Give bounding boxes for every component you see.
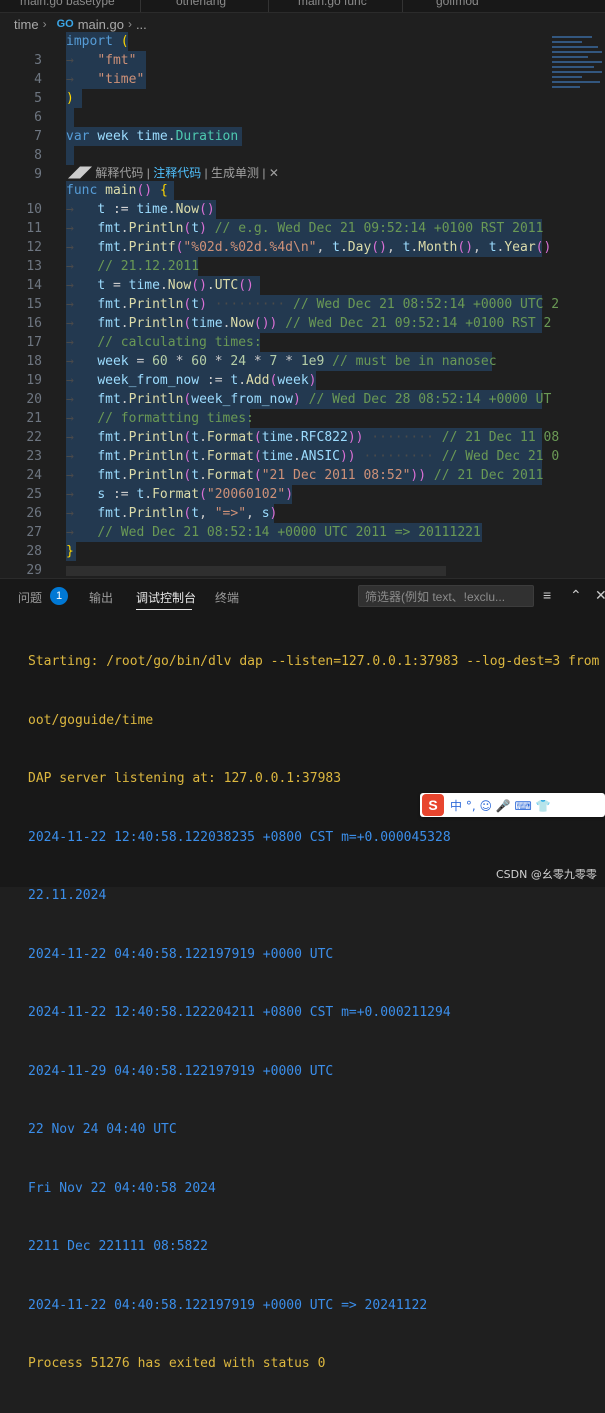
close-panel-icon[interactable]: ✕ [595, 587, 605, 604]
console-line: oot/goguide/time [28, 712, 154, 728]
code-line: 10 func main() { [0, 181, 605, 217]
console-line: 2024-11-22 12:40:58.122038235 +0800 CST … [28, 829, 451, 845]
console-line: 2024-11-22 04:40:58.122197919 +0000 UTC [28, 946, 334, 962]
codelens-explain[interactable]: 解释代码 [95, 166, 143, 180]
code-line: 11 → t := time.Now() [0, 200, 605, 236]
tab-separator [268, 0, 269, 12]
editor-tab-strip: main.go basetype otherlang main.go func … [0, 0, 605, 13]
editor-tab[interactable]: golfmod [436, 0, 479, 8]
console-line: 22.11.2024 [28, 888, 107, 903]
tab-problems[interactable]: 问题 [18, 589, 42, 606]
panel-tabs: 问题 1 输出 调试控制台 终端 筛选器(例如 text、!exclu... ≡… [0, 579, 605, 613]
chevron-up-icon[interactable]: ⌃ [570, 587, 582, 604]
breadcrumb-file[interactable]: main.go [78, 17, 124, 32]
code-line: 12 → fmt.Println(t) // e.g. Wed Dec 21 0… [0, 219, 605, 255]
go-file-icon: GO [56, 18, 74, 30]
chevron-right-icon: › [127, 17, 132, 31]
breadcrumb-more[interactable]: ... [136, 17, 147, 32]
code-line: 17 → fmt.Println(time.Now()) // Wed Dec … [0, 314, 605, 350]
console-line: Process 51276 has exited with status 0 [28, 1356, 326, 1371]
code-line: 18 → // calculating times: [0, 333, 605, 369]
string-literal: "time" [97, 72, 145, 87]
code-line: 16 → fmt.Println(t) ········· // Wed Dec… [0, 295, 605, 331]
console-line: Fri Nov 22 04:40:58 2024 [28, 1180, 216, 1196]
code-line: 29 } [0, 542, 605, 578]
editor-tab[interactable]: otherlang [176, 0, 226, 8]
console-line: 2211 Dec 221111 08:5822 [28, 1239, 209, 1254]
tab-output[interactable]: 输出 [89, 589, 113, 606]
ai-logo-icon: ◢◤ [68, 166, 93, 180]
code-editor[interactable]: 3 import ( 4 → "fmt" 5 → "time" 6 ) 7 8 … [0, 32, 605, 578]
console-line: 2024-11-29 04:40:58.122197919 +0000 UTC [28, 1063, 334, 1079]
ime-status-icons[interactable]: 中 °, ☺ 🎤 ⌨ 👕 [450, 797, 551, 814]
ime-toolbar[interactable]: S 中 °, ☺ 🎤 ⌨ 👕 [420, 793, 605, 817]
code-line: 3 import ( [0, 32, 605, 68]
bottom-panel: 问题 1 输出 调试控制台 终端 筛选器(例如 text、!exclu... ≡… [0, 578, 605, 1371]
tab-debug-console[interactable]: 调试控制台 [136, 589, 196, 606]
chevron-right-icon: › [42, 17, 47, 31]
minimap[interactable] [548, 32, 605, 578]
editor-tab[interactable]: main.go func [298, 0, 367, 8]
code-line: 28 → // Wed Dec 21 08:52:14 +0000 UTC 20… [0, 523, 605, 559]
code-line: 14 → // 21.12.2011 [0, 257, 605, 293]
code-line: 13 → fmt.Printf("%02d.%02d.%4d\n", t.Day… [0, 238, 605, 274]
code-line: 26 → s := t.Format("20060102") [0, 485, 605, 521]
code-line: 25 → fmt.Println(t.Format("21 Dec 2011 0… [0, 466, 605, 502]
codelens-comment[interactable]: 注释代码 [153, 166, 201, 180]
code-line: 19 → week = 60 * 60 * 24 * 7 * 1e9 // mu… [0, 352, 605, 388]
console-line: 2024-11-22 12:40:58.122204211 +0800 CST … [28, 1005, 451, 1020]
breadcrumb-folder[interactable]: time [14, 17, 39, 32]
sogou-logo-icon[interactable]: S [422, 794, 444, 816]
code-line: 22 → // formatting times: [0, 409, 605, 445]
codelens-bar: ◢◤ 解释代码 | 注释代码 | 生成单测 | ✕ [68, 166, 279, 180]
code-line: 8 var week time.Duration [0, 127, 605, 163]
string-literal: "fmt" [97, 53, 137, 68]
code-line: 7 [0, 108, 605, 144]
console-filter-input[interactable]: 筛选器(例如 text、!exclu... [358, 585, 534, 607]
close-icon[interactable]: ✕ [269, 166, 279, 180]
code-line: 15 → t = time.Now().UTC() [0, 276, 605, 312]
console-line: DAP server listening at: 127.0.0.1:37983 [28, 771, 342, 786]
console-line: 22 Nov 24 04:40 UTC [28, 1122, 177, 1137]
code-line: 23 → fmt.Println(t.Format(time.RFC822)) … [0, 428, 605, 464]
code-line: 4 → "fmt" [0, 51, 605, 87]
tab-separator [402, 0, 403, 12]
code-line: 6 ) [0, 89, 605, 125]
tab-terminal[interactable]: 终端 [215, 589, 239, 606]
console-line: Starting: /root/go/bin/dlv dap --listen=… [28, 654, 605, 669]
code-line: 21 → fmt.Println(week_from_now) // Wed D… [0, 390, 605, 426]
code-line: 27 → fmt.Println(t, "=>", s) [0, 504, 605, 540]
code-line: 24 → fmt.Println(t.Format(time.ANSIC)) ·… [0, 447, 605, 483]
code-line: 20 → week_from_now := t.Add(week) [0, 371, 605, 407]
keyword: import [66, 34, 113, 49]
code-line: 5 → "time" [0, 70, 605, 106]
debug-console-output: Starting: /root/go/bin/dlv dap --listen=… [28, 613, 605, 1413]
tab-separator [140, 0, 141, 12]
code-line: 9 [0, 146, 605, 182]
codelens-test[interactable]: 生成单测 [211, 166, 259, 180]
editor-tab[interactable]: main.go basetype [20, 0, 115, 8]
console-line: 2024-11-22 04:40:58.122197919 +0000 UTC … [28, 1297, 428, 1313]
watermark: CSDN @幺零九零零 [496, 868, 597, 881]
clear-console-icon[interactable]: ≡ [543, 587, 551, 603]
horizontal-scrollbar[interactable] [66, 566, 446, 576]
problems-count-badge: 1 [50, 587, 68, 605]
